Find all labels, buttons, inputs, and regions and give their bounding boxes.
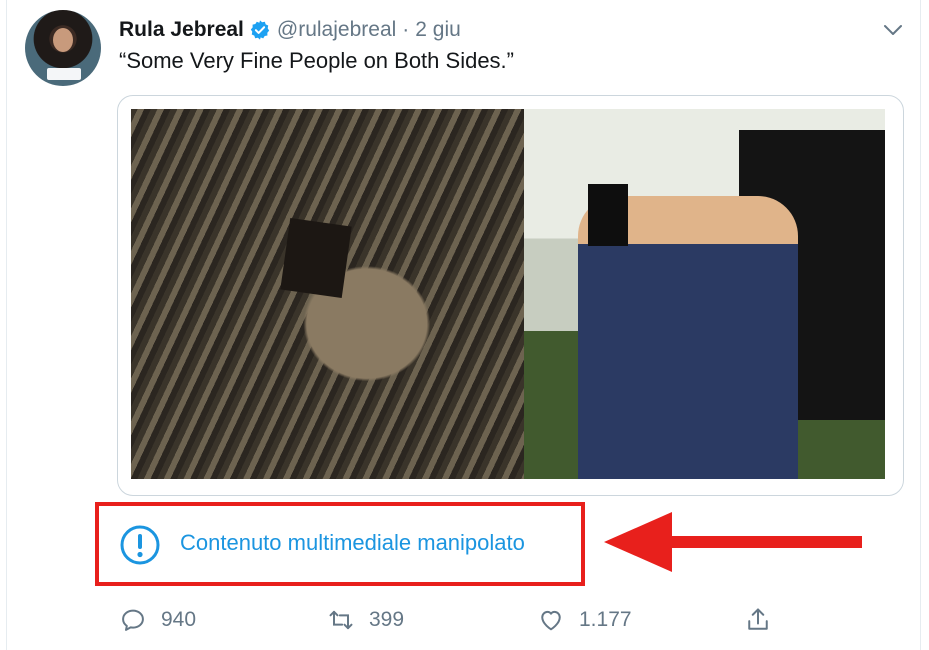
author-handle[interactable]: @rulajebreal	[277, 18, 396, 42]
reply-icon	[122, 609, 144, 631]
share-button[interactable]	[744, 598, 786, 642]
bible-left	[280, 218, 352, 298]
tweet-actions: 940 399 1.177	[0, 598, 929, 642]
tweet-text: “Some Very Fine People on Both Sides.”	[119, 48, 514, 73]
retweet-button[interactable]: 399	[327, 598, 404, 642]
chevron-down-icon[interactable]	[882, 22, 904, 38]
avatar[interactable]	[25, 10, 101, 86]
avatar-face	[53, 28, 73, 52]
header-separator: ·	[402, 18, 410, 41]
like-button[interactable]: 1.177	[537, 598, 632, 642]
manipulated-media-link[interactable]: Contenuto multimediale manipolato	[180, 530, 525, 556]
red-arrow-icon	[604, 512, 862, 572]
like-count: 1.177	[579, 608, 632, 631]
avatar-card	[47, 68, 81, 80]
retweet-count: 399	[369, 608, 405, 631]
heart-icon	[541, 610, 561, 631]
tweet-header: Rula Jebreal @rulajebreal · 2 giu	[119, 14, 461, 46]
bible-right	[588, 184, 628, 246]
share-icon	[748, 608, 768, 630]
verified-badge-icon	[250, 20, 270, 40]
retweet-icon	[329, 610, 353, 630]
author-name[interactable]: Rula Jebreal	[119, 18, 244, 42]
tweet-date[interactable]: 2 giu	[415, 18, 461, 42]
reply-button[interactable]: 940	[119, 598, 196, 642]
reply-count: 940	[161, 608, 197, 631]
exclamation-circle-icon	[120, 525, 160, 565]
